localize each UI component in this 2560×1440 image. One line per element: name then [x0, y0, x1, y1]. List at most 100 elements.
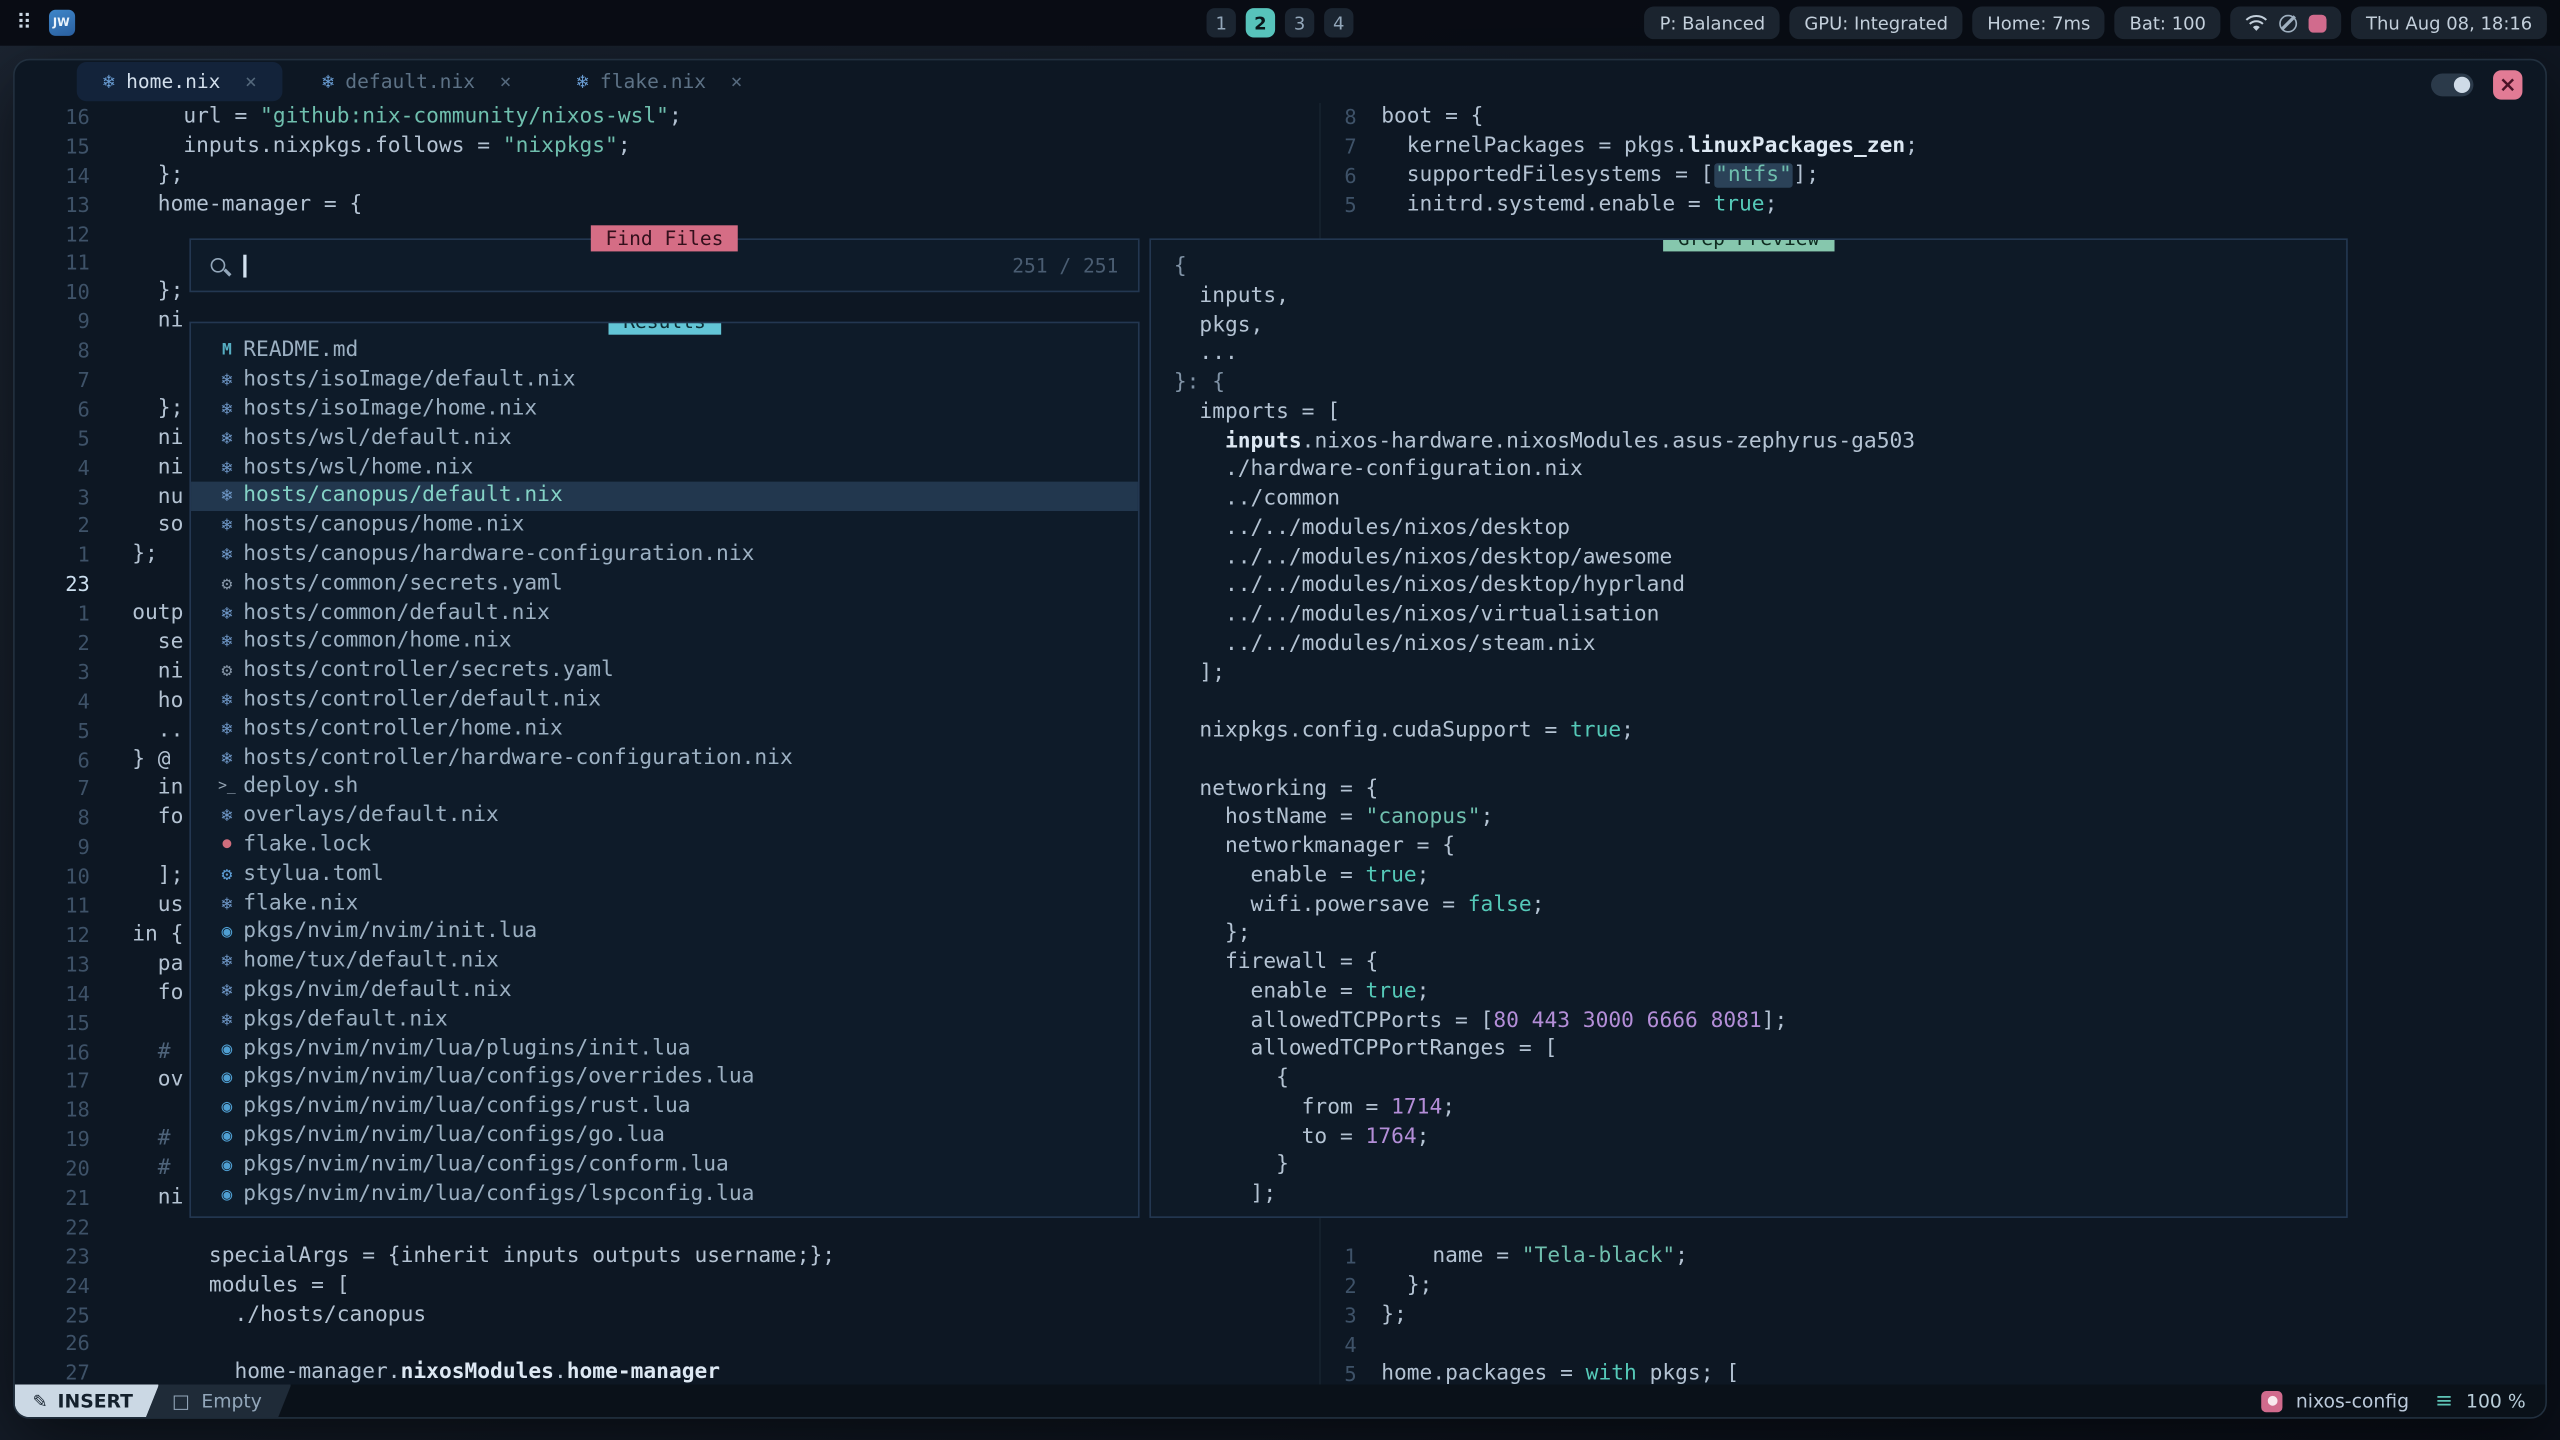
code-line: 3}; [1304, 1301, 1739, 1330]
app-logo-icon[interactable]: JW [48, 10, 74, 36]
line-number: 23 [15, 570, 90, 599]
result-filename: hosts/common/home.nix [243, 629, 511, 653]
result-filename: hosts/wsl/home.nix [243, 455, 473, 479]
preview-line: ... [1174, 340, 2346, 369]
tab-close-icon[interactable]: × [245, 70, 257, 93]
line-number: 21 [15, 1184, 90, 1213]
tab-home.nix[interactable]: ❄home.nix× [77, 62, 283, 101]
buffer-tabs: ❄home.nix× ❄default.nix× ❄flake.nix× [77, 62, 769, 101]
result-row[interactable]: ❄hosts/controller/home.nix [191, 714, 1138, 743]
result-row[interactable]: ❄pkgs/default.nix [191, 1005, 1138, 1034]
line-number: 4 [1304, 1330, 1356, 1359]
tab-close-icon[interactable]: × [500, 70, 512, 93]
line-number: 2 [15, 629, 90, 658]
result-filename: flake.lock [243, 833, 371, 857]
result-row[interactable]: ◉pkgs/nvim/nvim/lua/configs/lspconfig.lu… [191, 1179, 1138, 1208]
preview-line: hostName = "canopus"; [1174, 804, 2346, 833]
result-row[interactable]: ◉pkgs/nvim/nvim/lua/configs/go.lua [191, 1121, 1138, 1150]
preview-line: enable = true; [1174, 862, 2346, 891]
result-row[interactable]: ◉pkgs/nvim/nvim/lua/configs/conform.lua [191, 1150, 1138, 1179]
result-row[interactable]: ◉pkgs/nvim/nvim/lua/configs/overrides.lu… [191, 1063, 1138, 1092]
result-filename: hosts/wsl/default.nix [243, 426, 511, 450]
result-row[interactable]: ❄home/tux/default.nix [191, 947, 1138, 976]
result-row[interactable]: >_deploy.sh [191, 772, 1138, 801]
result-row[interactable]: ●flake.lock [191, 830, 1138, 859]
right-buffer-top[interactable]: 8boot = {7 kernelPackages = pkgs.linuxPa… [1304, 103, 1917, 220]
result-row[interactable]: ❄hosts/common/home.nix [191, 627, 1138, 656]
line-number: 3 [15, 658, 90, 687]
result-row[interactable]: MREADME.md [191, 336, 1138, 365]
mode-indicator: ✎ INSERT [15, 1384, 159, 1417]
result-row[interactable]: ⚙hosts/controller/secrets.yaml [191, 656, 1138, 685]
workspace-1[interactable]: 1 [1207, 8, 1236, 37]
status-pill: GPU: Integrated [1790, 7, 1963, 40]
nix-icon: ❄ [211, 602, 244, 623]
preview-line: allowedTCPPorts = [80 443 3000 6666 8081… [1174, 1007, 2346, 1036]
line-number: 2 [15, 512, 90, 541]
result-row[interactable]: ❄flake.nix [191, 888, 1138, 917]
workspace-4[interactable]: 4 [1324, 8, 1353, 37]
line-number: 6 [15, 395, 90, 424]
result-row[interactable]: ❄hosts/controller/default.nix [191, 685, 1138, 714]
line-number: 6 [15, 745, 90, 774]
results-title-badge: Results [609, 322, 721, 335]
nix-icon: ❄ [211, 950, 244, 971]
pencil-icon: ✎ [33, 1390, 48, 1411]
result-row[interactable]: ◉pkgs/nvim/nvim/lua/plugins/init.lua [191, 1034, 1138, 1063]
result-row[interactable]: ❄hosts/isoImage/home.nix [191, 394, 1138, 423]
status-pills: P: BalancedGPU: IntegratedHome: 7msBat: … [1645, 7, 2221, 40]
preview-line: to = 1764; [1174, 1122, 2346, 1151]
lua-icon: ◉ [211, 1154, 244, 1175]
result-row[interactable]: ❄hosts/canopus/hardware-configuration.ni… [191, 540, 1138, 569]
window-close-button[interactable]: × [2493, 70, 2522, 99]
finder-prompt[interactable]: Find Files 251 / 251 [189, 238, 1139, 292]
right-buffer-bottom[interactable]: 1 name = "Tela-black";2 };3};45home.pack… [1304, 1242, 1739, 1384]
result-row[interactable]: ⚙stylua.toml [191, 859, 1138, 888]
result-row[interactable]: ❄overlays/default.nix [191, 801, 1138, 830]
line-number: 16 [15, 1038, 90, 1067]
nix-icon: ❄ [211, 486, 244, 507]
line-number: 15 [15, 132, 90, 161]
buffer-indicator: □ Empty [146, 1384, 291, 1417]
result-row[interactable]: ❄hosts/isoImage/default.nix [191, 365, 1138, 394]
result-row[interactable]: ❄hosts/wsl/default.nix [191, 423, 1138, 452]
tab-default.nix[interactable]: ❄default.nix× [296, 62, 538, 101]
workspace-2[interactable]: 2 [1246, 8, 1275, 37]
result-row[interactable]: ❄hosts/common/default.nix [191, 598, 1138, 627]
tab-flake.nix[interactable]: ❄flake.nix× [551, 62, 769, 101]
result-row[interactable]: ❄hosts/canopus/home.nix [191, 511, 1138, 540]
line-number: 12 [15, 220, 90, 249]
toggle-switch[interactable] [2431, 73, 2473, 96]
result-row[interactable]: ⚙hosts/common/secrets.yaml [191, 569, 1138, 598]
result-filename: pkgs/nvim/nvim/init.lua [243, 920, 537, 944]
result-row[interactable]: ❄hosts/canopus/default.nix [191, 482, 1138, 511]
result-filename: deploy.sh [243, 774, 358, 798]
nix-icon: ❄ [211, 747, 244, 768]
line-number: 16 [15, 103, 90, 132]
line-number: 22 [15, 1213, 90, 1242]
toml-icon: ⚙ [211, 863, 244, 884]
preview-line: allowedTCPPortRanges = [ [1174, 1036, 2346, 1065]
line-number: 27 [15, 1359, 90, 1385]
preview-line: pkgs, [1174, 311, 2346, 340]
result-row[interactable]: ❄hosts/wsl/home.nix [191, 453, 1138, 482]
tabline: ❄home.nix× ❄default.nix× ❄flake.nix× × [15, 60, 2546, 102]
buffer-label: Empty [201, 1389, 262, 1412]
tab-close-icon[interactable]: × [731, 70, 743, 93]
screen-record-icon [2309, 14, 2327, 32]
result-filename: hosts/canopus/home.nix [243, 513, 524, 537]
result-row[interactable]: ❄hosts/controller/hardware-configuration… [191, 743, 1138, 772]
code-line: 24 modules = [ [15, 1271, 835, 1300]
line-number: 13 [15, 950, 90, 979]
result-row[interactable]: ❄pkgs/nvim/default.nix [191, 976, 1138, 1005]
code-line: 1 name = "Tela-black"; [1304, 1242, 1739, 1271]
result-filename: hosts/controller/hardware-configuration.… [243, 745, 792, 769]
line-number: 24 [15, 1271, 90, 1300]
result-filename: pkgs/nvim/nvim/lua/configs/go.lua [243, 1123, 665, 1147]
preview-line: } [1174, 1151, 2346, 1180]
workspace-3[interactable]: 3 [1285, 8, 1314, 37]
app-launcher-icon[interactable]: ⠿ [16, 11, 32, 35]
tray-icons [2230, 7, 2341, 40]
result-row[interactable]: ◉pkgs/nvim/nvim/lua/configs/rust.lua [191, 1092, 1138, 1121]
result-row[interactable]: ◉pkgs/nvim/nvim/init.lua [191, 917, 1138, 946]
